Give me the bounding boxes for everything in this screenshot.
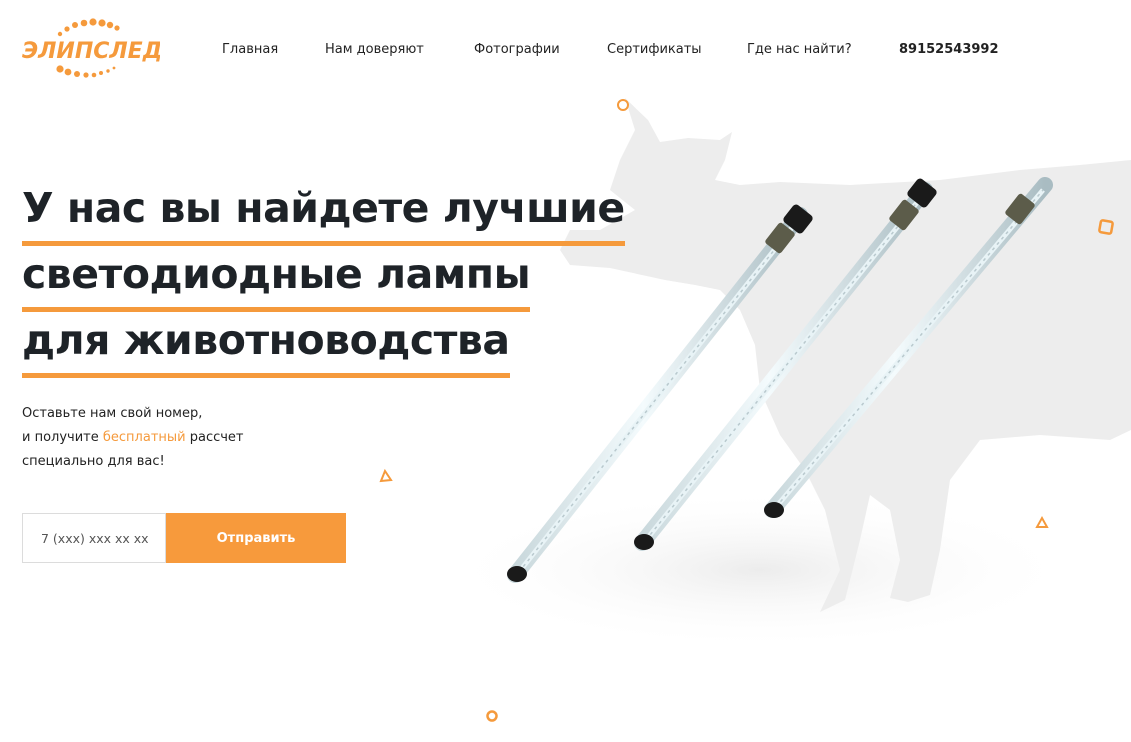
circle-decor-icon <box>617 99 629 111</box>
headline-line: для животноводства <box>22 307 662 378</box>
header-phone-link[interactable]: 89152543992 <box>899 42 999 57</box>
main-nav: Главная Нам доверяют Фотографии Сертифик… <box>0 42 1131 60</box>
headline-line: У нас вы найдете лучшие <box>22 175 662 246</box>
nav-link-certificates[interactable]: Сертификаты <box>607 42 702 57</box>
nav-link-photos[interactable]: Фотографии <box>474 42 560 57</box>
submit-button[interactable]: Отправить <box>166 513 346 563</box>
free-highlight: бесплатный <box>102 430 186 445</box>
hero-lead-text: Оставьте нам свой номер, и получите бесп… <box>22 406 244 469</box>
triangle-decor-icon <box>379 468 393 483</box>
triangle-decor-icon <box>1035 515 1049 528</box>
phone-input[interactable] <box>22 513 166 563</box>
nav-link-home[interactable]: Главная <box>222 42 278 57</box>
nav-link-location[interactable]: Где нас найти? <box>747 42 852 57</box>
circle-decor-icon <box>486 710 498 722</box>
nav-link-trust[interactable]: Нам доверяют <box>325 42 424 57</box>
headline-line: светодиодные лампы <box>22 241 662 312</box>
square-decor-icon <box>1098 219 1114 235</box>
hero-headline: У нас вы найдете лучшие светодиодные лам… <box>22 175 662 378</box>
